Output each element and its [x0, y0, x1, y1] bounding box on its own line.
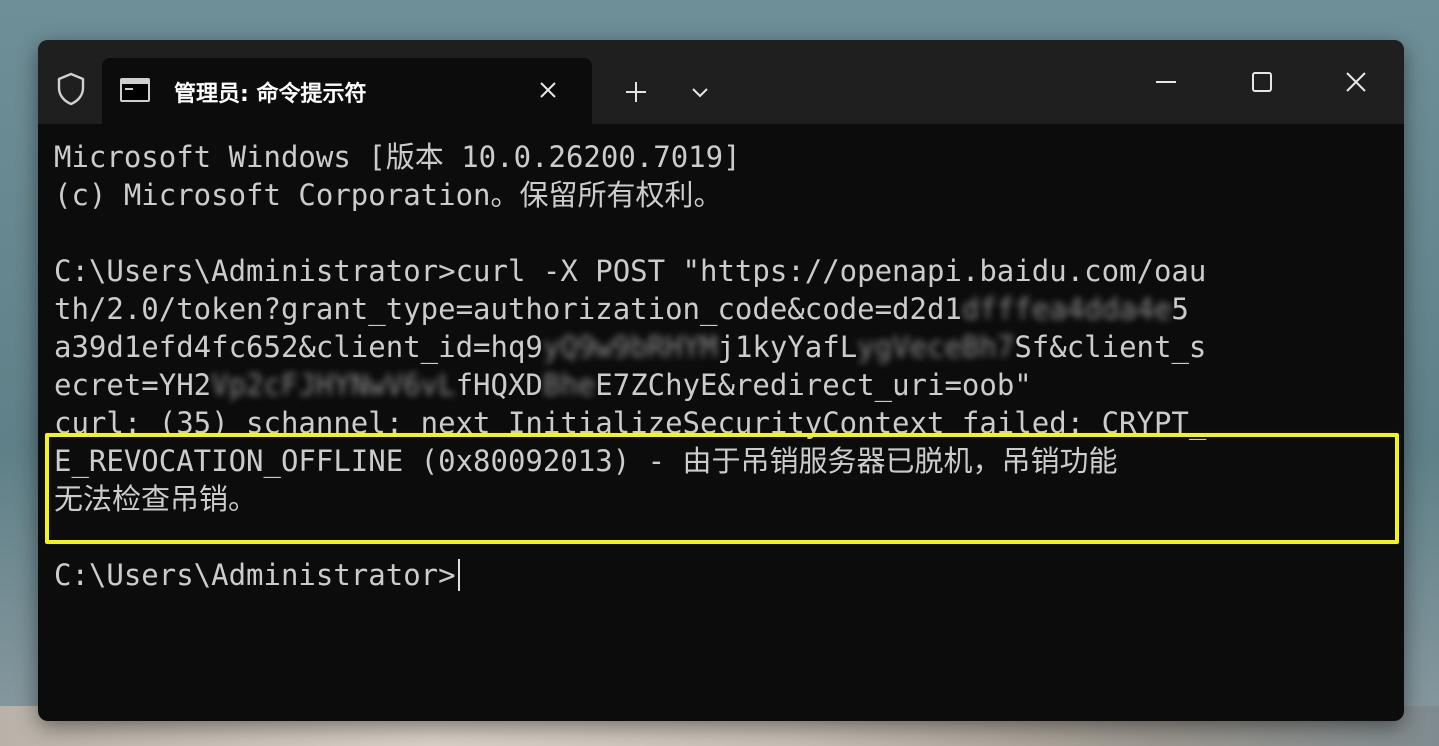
- close-icon: [1346, 72, 1366, 92]
- command-text: fHQXD: [455, 368, 543, 402]
- close-icon: [540, 82, 556, 98]
- terminal-line: C:\Users\Administrator>curl -X POST "htt…: [54, 254, 1207, 288]
- redacted-text: yQ9w9bRHYM: [542, 330, 718, 364]
- terminal-window: 管理员: 命令提示符 Microsoft Windows [版本 10.0.26…: [38, 40, 1404, 721]
- command-text: ecret=YH2: [54, 368, 212, 402]
- redacted-text: dfffea4dda4e: [961, 292, 1172, 326]
- close-tab-button[interactable]: [532, 74, 564, 106]
- tab-admin-cmd[interactable]: 管理员: 命令提示符: [102, 58, 592, 124]
- terminal-icon: [120, 78, 150, 102]
- command-text: j1kyYafL: [717, 330, 858, 364]
- minimize-icon: [1156, 81, 1176, 83]
- error-line: 无法检查吊销。: [54, 482, 258, 516]
- title-bar: 管理员: 命令提示符: [38, 40, 1404, 124]
- plus-icon: [626, 82, 646, 102]
- command-text: th/2.0/token?grant_type=authorization_co…: [54, 292, 962, 326]
- error-line: E_REVOCATION_OFFLINE (0x80092013) - 由于吊销…: [54, 444, 1118, 478]
- prompt-text: C:\Users\Administrator>: [54, 558, 456, 592]
- terminal-output[interactable]: Microsoft Windows [版本 10.0.26200.7019] (…: [54, 138, 1394, 711]
- command-text: a39d1efd4fc652&client_id=hq9: [54, 330, 543, 364]
- terminal-line: ecret=YH2Vp2cFJHYNwV6vLfHQXDBheE7ZChyE&r…: [54, 366, 1394, 404]
- minimize-button[interactable]: [1138, 62, 1194, 102]
- prompt-line: C:\Users\Administrator>: [54, 556, 1394, 594]
- terminal-line: Microsoft Windows [版本 10.0.26200.7019]: [54, 140, 741, 174]
- tab-dropdown-button[interactable]: [682, 74, 718, 110]
- command-text: Sf&client_s: [1014, 330, 1207, 364]
- command-text: 5: [1171, 292, 1189, 326]
- terminal-line: th/2.0/token?grant_type=authorization_co…: [54, 290, 1394, 328]
- redacted-text: Bhe: [542, 368, 596, 402]
- new-tab-button[interactable]: [618, 74, 654, 110]
- terminal-line: a39d1efd4fc652&client_id=hq9yQ9w9bRHYMj1…: [54, 328, 1394, 366]
- shield-icon: [54, 72, 88, 106]
- tab-title: 管理员: 命令提示符: [174, 82, 367, 107]
- command-text: E7ZChyE&redirect_uri=oob": [595, 368, 1032, 402]
- maximize-button[interactable]: [1234, 62, 1290, 102]
- text-cursor: [457, 559, 460, 591]
- close-window-button[interactable]: [1328, 62, 1384, 102]
- chevron-down-icon: [692, 88, 708, 98]
- maximize-icon: [1252, 72, 1272, 92]
- terminal-line: (c) Microsoft Corporation。保留所有权利。: [54, 178, 723, 212]
- redacted-text: ygVeceBh7: [857, 330, 1015, 364]
- redacted-text: Vp2cFJHYNwV6vL: [211, 368, 456, 402]
- error-line: curl: (35) schannel: next InitializeSecu…: [54, 406, 1207, 440]
